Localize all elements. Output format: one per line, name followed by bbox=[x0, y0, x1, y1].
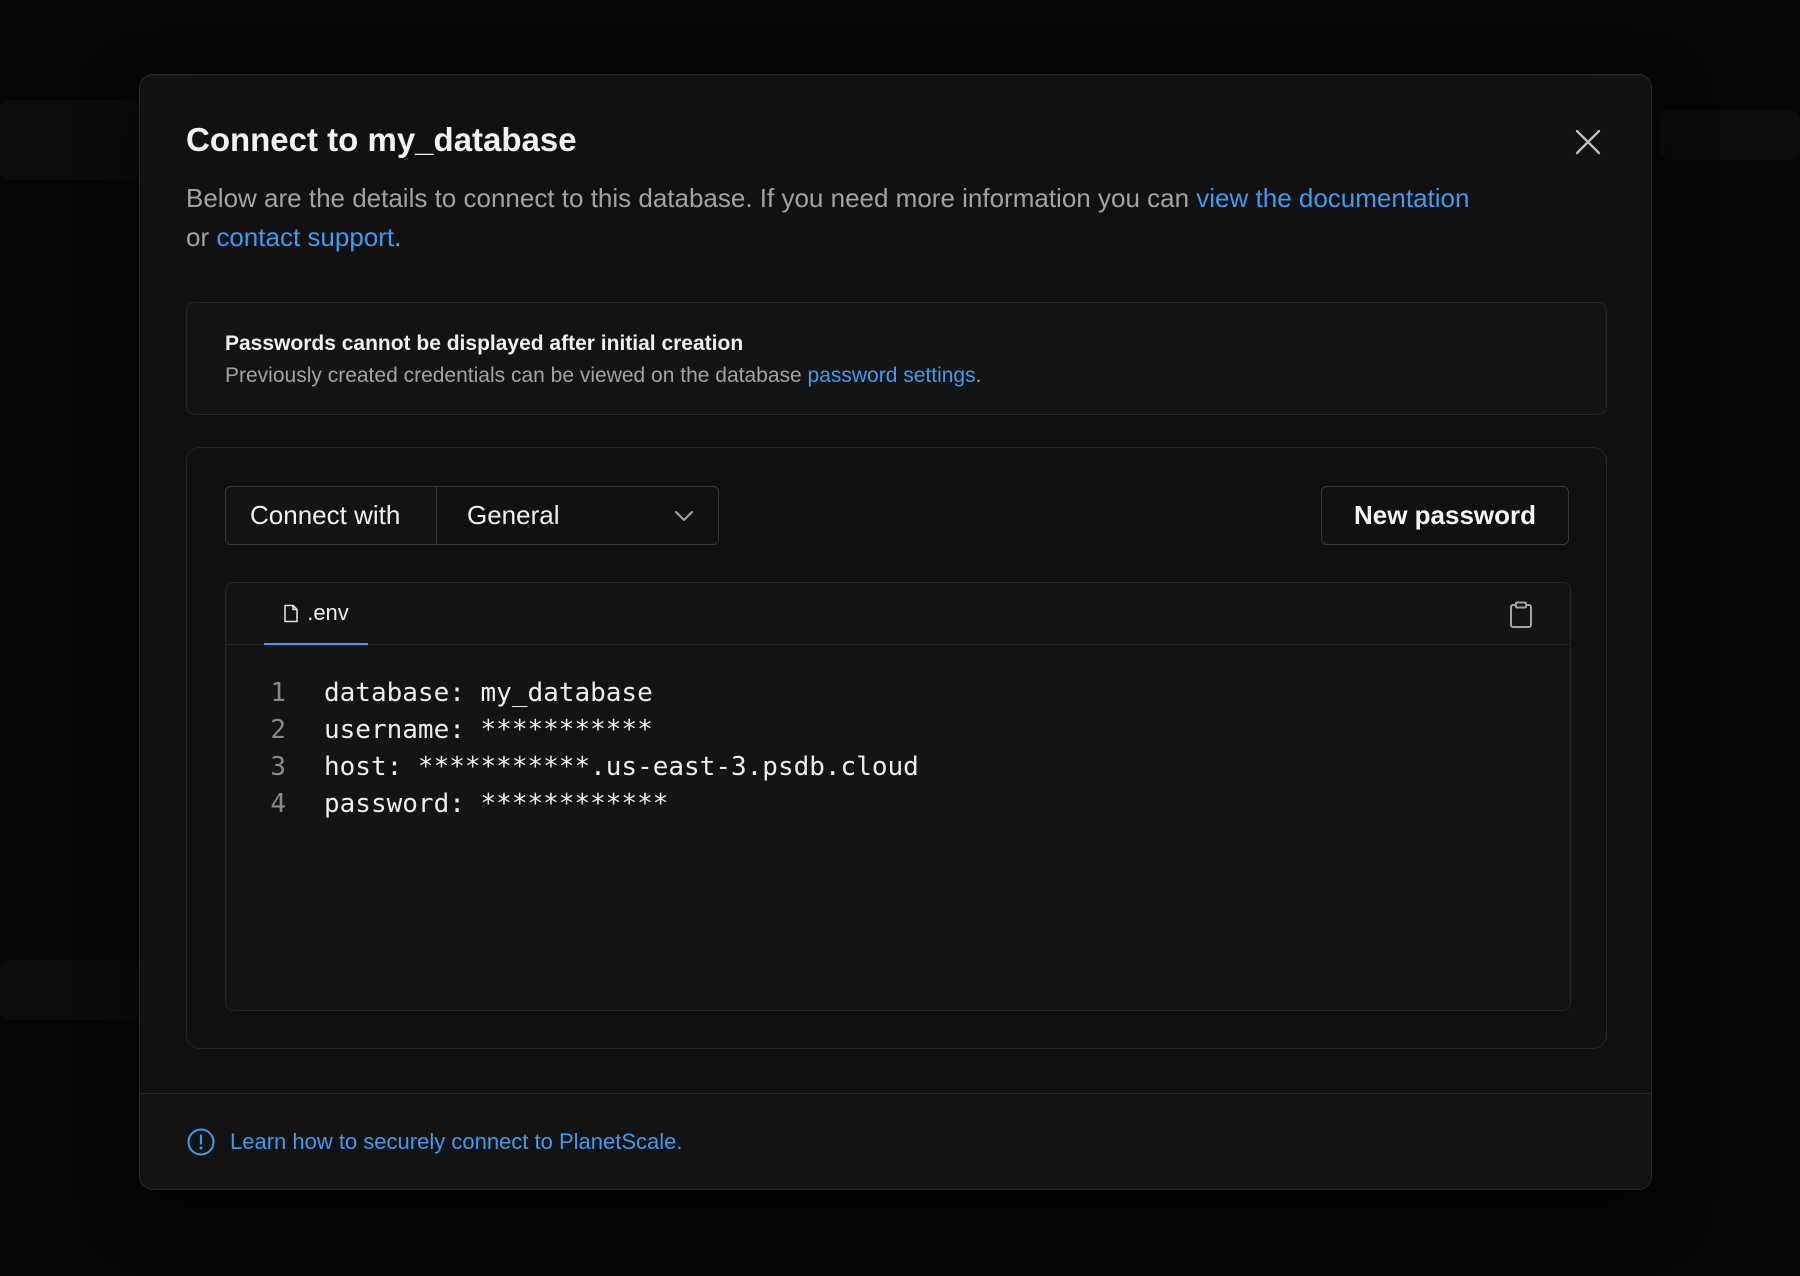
info-icon bbox=[187, 1128, 215, 1155]
close-icon bbox=[1575, 129, 1601, 155]
code-content: 1 database: my_database 2 username: ****… bbox=[226, 645, 1570, 823]
connect-with-label: Connect with bbox=[226, 487, 437, 544]
connection-panel: Connect with General New password .env 1… bbox=[186, 447, 1607, 1049]
background-panel bbox=[0, 100, 140, 180]
secure-connect-link[interactable]: Learn how to securely connect to PlanetS… bbox=[230, 1129, 683, 1155]
notice-body: Previously created credentials can be vi… bbox=[225, 364, 808, 387]
background-panel bbox=[0, 960, 140, 1020]
notice-end: . bbox=[975, 364, 982, 387]
contact-support-link[interactable]: contact support bbox=[216, 222, 394, 252]
connect-with-group: Connect with General bbox=[225, 486, 719, 545]
connect-modal: Connect to my_database Below are the det… bbox=[139, 74, 1652, 1190]
line-number: 2 bbox=[270, 715, 286, 745]
close-button[interactable] bbox=[1571, 125, 1605, 159]
background-panel bbox=[1660, 110, 1800, 160]
code-line: 4 password: ************ bbox=[226, 786, 1570, 823]
view-documentation-link[interactable]: view the documentation bbox=[1196, 183, 1469, 213]
password-notice: Passwords cannot be displayed after init… bbox=[186, 302, 1607, 415]
code-line: 2 username: *********** bbox=[226, 712, 1570, 749]
line-text: database: my_database bbox=[324, 678, 653, 708]
description-or: or bbox=[186, 222, 217, 252]
line-number: 3 bbox=[270, 752, 286, 782]
code-editor: .env 1 database: my_database 2 username:… bbox=[225, 582, 1571, 1011]
new-password-button[interactable]: New password bbox=[1321, 486, 1569, 545]
modal-footer: Learn how to securely connect to PlanetS… bbox=[140, 1093, 1651, 1189]
code-line: 3 host: ***********.us-east-3.psdb.cloud bbox=[226, 749, 1570, 786]
modal-title: Connect to my_database bbox=[186, 121, 577, 158]
modal-description: Below are the details to connect to this… bbox=[186, 179, 1486, 257]
copy-button[interactable] bbox=[1506, 599, 1536, 631]
line-number: 1 bbox=[270, 678, 286, 708]
connect-with-value: General bbox=[467, 500, 560, 530]
description-end: . bbox=[394, 222, 402, 252]
connect-with-select[interactable]: General bbox=[437, 487, 718, 544]
editor-tab-bar: .env bbox=[226, 583, 1570, 645]
description-text: Below are the details to connect to this… bbox=[186, 183, 1197, 213]
code-line: 1 database: my_database bbox=[226, 675, 1570, 712]
line-text: username: *********** bbox=[324, 715, 653, 745]
tab-label: .env bbox=[307, 600, 349, 625]
clipboard-icon bbox=[1510, 601, 1532, 628]
chevron-down-icon bbox=[675, 510, 693, 521]
password-settings-link[interactable]: password settings bbox=[808, 364, 976, 387]
tab-env-file[interactable]: .env bbox=[264, 583, 368, 645]
line-text: password: ************ bbox=[324, 789, 669, 819]
line-number: 4 bbox=[270, 789, 286, 819]
line-text: host: ***********.us-east-3.psdb.cloud bbox=[324, 752, 919, 782]
notice-title: Passwords cannot be displayed after init… bbox=[225, 332, 744, 355]
notice-text: Previously created credentials can be vi… bbox=[225, 359, 1568, 392]
file-icon bbox=[284, 604, 299, 622]
